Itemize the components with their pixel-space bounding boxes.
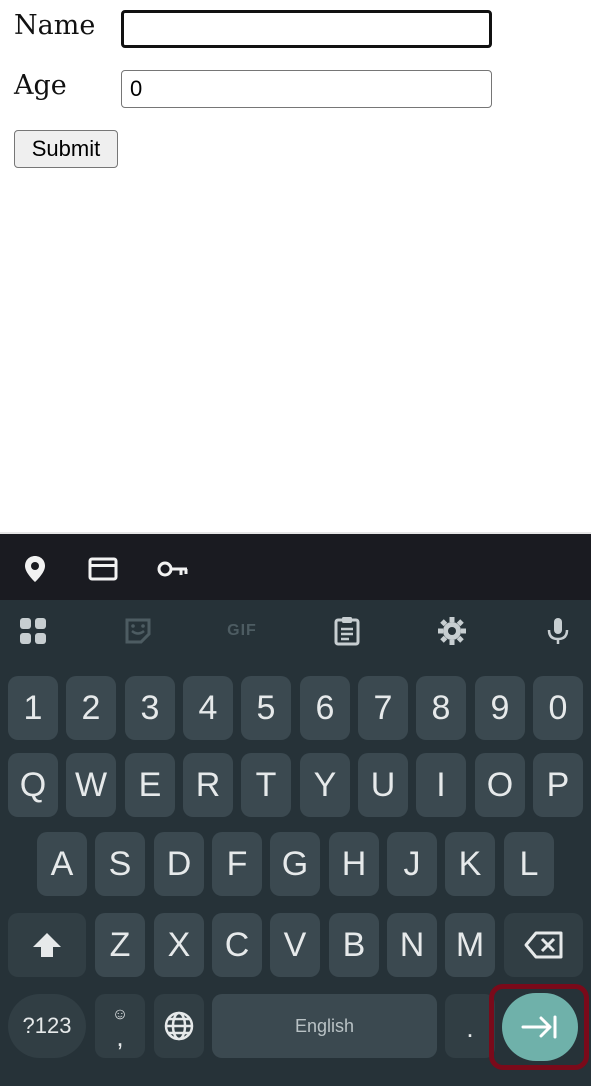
key-y[interactable]: Y bbox=[300, 753, 350, 817]
tab-arrow-icon bbox=[521, 1015, 557, 1039]
key-t[interactable]: T bbox=[241, 753, 291, 817]
gif-icon[interactable]: GIF bbox=[220, 616, 264, 646]
key-w[interactable]: W bbox=[66, 753, 116, 817]
key-z[interactable]: Z bbox=[95, 913, 145, 977]
key-0[interactable]: 0 bbox=[533, 676, 583, 740]
key-6[interactable]: 6 bbox=[300, 676, 350, 740]
globe-icon bbox=[164, 1011, 194, 1041]
key-l[interactable]: L bbox=[504, 832, 554, 896]
key-9[interactable]: 9 bbox=[475, 676, 525, 740]
key-i[interactable]: I bbox=[416, 753, 466, 817]
clipboard-icon[interactable] bbox=[332, 616, 362, 646]
key-2[interactable]: 2 bbox=[66, 676, 116, 740]
sticker-icon[interactable] bbox=[123, 616, 153, 646]
comma-label: , bbox=[116, 1022, 124, 1052]
keyboard-suggestion-bar bbox=[0, 532, 591, 600]
key-r[interactable]: R bbox=[183, 753, 233, 817]
space-key[interactable]: English bbox=[212, 994, 437, 1058]
key-m[interactable]: M bbox=[445, 913, 495, 977]
age-input[interactable] bbox=[121, 70, 492, 108]
symbols-key[interactable]: ?123 bbox=[8, 994, 86, 1058]
key-icon[interactable] bbox=[156, 554, 190, 584]
web-form: Name Age Submit bbox=[0, 0, 591, 532]
key-u[interactable]: U bbox=[358, 753, 408, 817]
key-c[interactable]: C bbox=[212, 913, 262, 977]
soft-keyboard: GIF 1 2 3 4 5 6 7 8 9 0 Q W E R T Y U I … bbox=[0, 600, 591, 1086]
key-o[interactable]: O bbox=[475, 753, 525, 817]
key-8[interactable]: 8 bbox=[416, 676, 466, 740]
microphone-icon[interactable] bbox=[543, 616, 573, 646]
card-icon[interactable] bbox=[88, 554, 118, 584]
key-4[interactable]: 4 bbox=[183, 676, 233, 740]
submit-button[interactable]: Submit bbox=[14, 130, 118, 168]
key-x[interactable]: X bbox=[154, 913, 204, 977]
enter-highlight bbox=[489, 984, 589, 1070]
next-field-key[interactable] bbox=[502, 993, 578, 1061]
key-5[interactable]: 5 bbox=[241, 676, 291, 740]
gear-icon[interactable] bbox=[437, 616, 467, 646]
age-label: Age bbox=[14, 70, 67, 101]
apps-grid-icon[interactable] bbox=[18, 616, 48, 646]
backspace-key[interactable] bbox=[504, 913, 583, 977]
language-key[interactable] bbox=[154, 994, 204, 1058]
key-q[interactable]: Q bbox=[8, 753, 58, 817]
key-g[interactable]: G bbox=[270, 832, 320, 896]
key-a[interactable]: A bbox=[37, 832, 87, 896]
key-n[interactable]: N bbox=[387, 913, 437, 977]
key-s[interactable]: S bbox=[95, 832, 145, 896]
backspace-icon bbox=[524, 931, 562, 959]
key-f[interactable]: F bbox=[212, 832, 262, 896]
key-7[interactable]: 7 bbox=[358, 676, 408, 740]
key-3[interactable]: 3 bbox=[125, 676, 175, 740]
key-j[interactable]: J bbox=[387, 832, 437, 896]
shift-arrow-icon bbox=[33, 933, 61, 957]
key-h[interactable]: H bbox=[329, 832, 379, 896]
key-1[interactable]: 1 bbox=[8, 676, 58, 740]
period-key[interactable]: . bbox=[445, 994, 495, 1058]
key-e[interactable]: E bbox=[125, 753, 175, 817]
key-d[interactable]: D bbox=[154, 832, 204, 896]
key-v[interactable]: V bbox=[270, 913, 320, 977]
key-p[interactable]: P bbox=[533, 753, 583, 817]
shift-key[interactable] bbox=[8, 913, 86, 977]
key-b[interactable]: B bbox=[329, 913, 379, 977]
name-input[interactable] bbox=[121, 10, 492, 48]
key-k[interactable]: K bbox=[445, 832, 495, 896]
keyboard-tools-row: GIF bbox=[0, 600, 591, 664]
comma-key[interactable]: ☺ , bbox=[95, 994, 145, 1058]
name-label: Name bbox=[14, 10, 96, 41]
location-pin-icon[interactable] bbox=[20, 554, 50, 584]
